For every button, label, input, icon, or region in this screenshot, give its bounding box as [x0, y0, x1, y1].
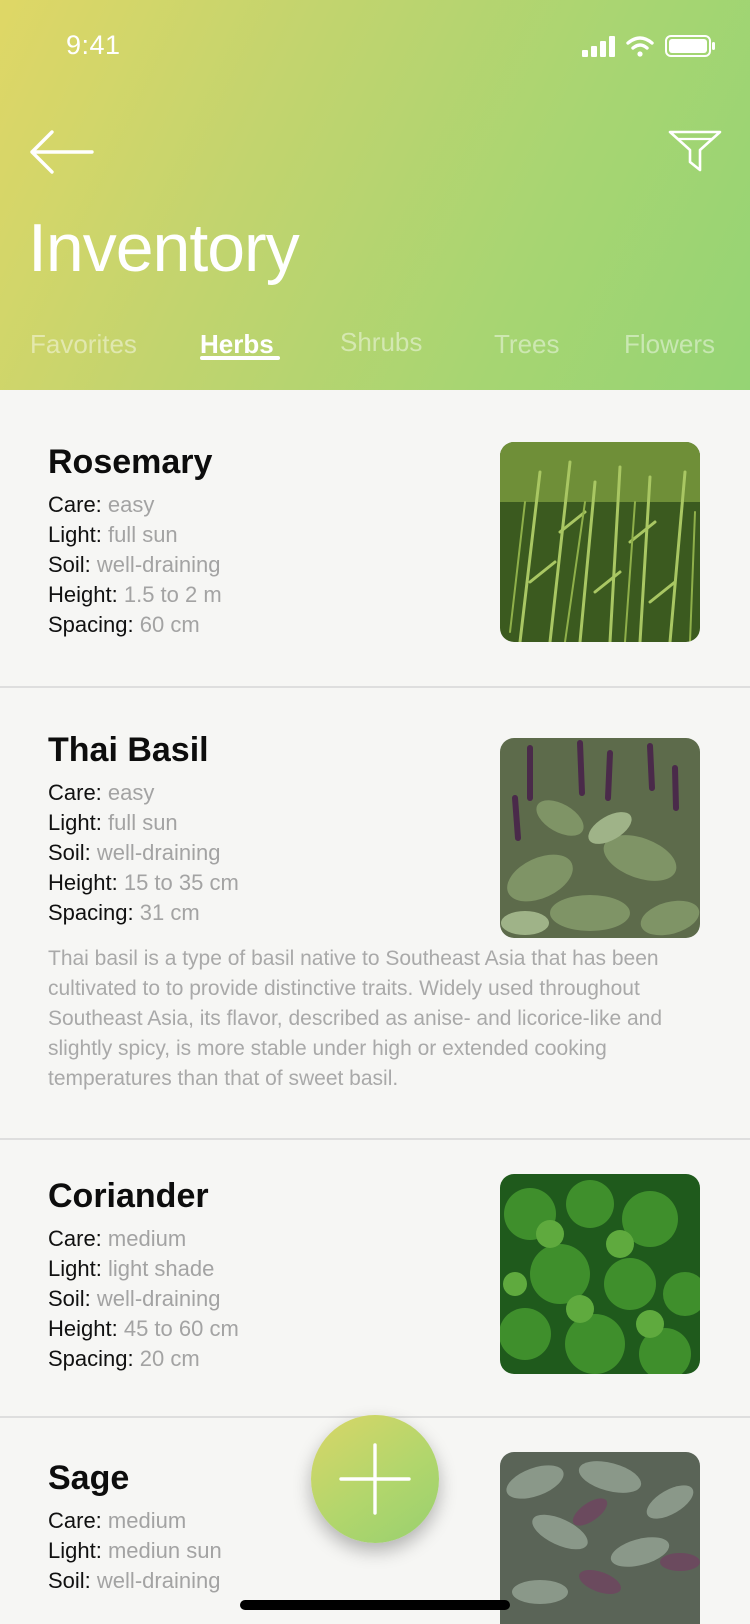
add-plant-button[interactable] [311, 1415, 439, 1543]
plant-light: Light: full sun [48, 810, 178, 835]
plant-name: Sage [48, 1459, 130, 1497]
plant-card-rosemary[interactable]: Rosemary Care: easy Light: full sun Soil… [0, 390, 750, 688]
plus-icon [339, 1443, 411, 1515]
plant-name: Coriander [48, 1177, 209, 1215]
plant-care: Care: easy [48, 780, 155, 805]
plant-card-coriander[interactable]: Coriander Care: medium Light: light shad… [0, 1140, 750, 1418]
active-tab-indicator [200, 356, 280, 360]
plant-light: Light: light shade [48, 1256, 215, 1281]
plant-height: Height: 1.5 to 2 m [48, 582, 222, 607]
plant-care: Care: medium [48, 1226, 187, 1251]
plant-photo-rosemary [500, 442, 700, 642]
status-icons [582, 35, 715, 57]
plant-photo-coriander [500, 1174, 700, 1374]
home-indicator[interactable] [240, 1600, 510, 1610]
plant-care: Care: easy [48, 492, 155, 517]
plant-light: Light: full sun [48, 522, 178, 547]
plant-card-thai-basil[interactable]: Thai Basil Care: easy Light: full sun So… [0, 688, 750, 1140]
plant-name: Rosemary [48, 443, 213, 481]
plant-description: Thai basil is a type of basil native to … [48, 947, 662, 1090]
plant-photo-sage [500, 1452, 700, 1624]
plant-height: Height: 15 to 35 cm [48, 870, 239, 895]
category-tabs: Favorites Herbs Shrubs Trees Flowers [0, 318, 750, 378]
filter-funnel-icon [668, 130, 722, 172]
app-header: 9:41 Inventory Favorites Herbs Shrubs Tr… [0, 0, 750, 390]
plant-care: Care: medium [48, 1508, 187, 1533]
page-title: Inventory [28, 210, 300, 286]
tab-flowers[interactable]: Flowers [624, 326, 715, 362]
plant-soil: Soil: well-draining [48, 1568, 221, 1593]
cellular-signal-icon [582, 36, 615, 57]
plant-height: Height: 45 to 60 cm [48, 1316, 239, 1341]
tab-shrubs[interactable]: Shrubs [340, 324, 422, 360]
wifi-icon [626, 36, 654, 57]
arrow-left-icon [30, 130, 94, 174]
plant-spacing: Spacing: 60 cm [48, 612, 200, 637]
plant-spacing: Spacing: 31 cm [48, 900, 200, 925]
plant-light: Light: mediun sun [48, 1538, 222, 1563]
filter-button[interactable] [664, 124, 724, 176]
tab-favorites[interactable]: Favorites [30, 326, 137, 362]
battery-icon [665, 35, 715, 57]
tab-trees[interactable]: Trees [494, 326, 560, 362]
plant-spacing: Spacing: 20 cm [48, 1346, 200, 1371]
plant-name: Thai Basil [48, 731, 209, 769]
plant-photo-thai-basil [500, 738, 700, 938]
status-time: 9:41 [66, 30, 121, 60]
back-button[interactable] [28, 124, 98, 180]
plant-soil: Soil: well-draining [48, 1286, 221, 1311]
plant-soil: Soil: well-draining [48, 552, 221, 577]
plant-soil: Soil: well-draining [48, 840, 221, 865]
